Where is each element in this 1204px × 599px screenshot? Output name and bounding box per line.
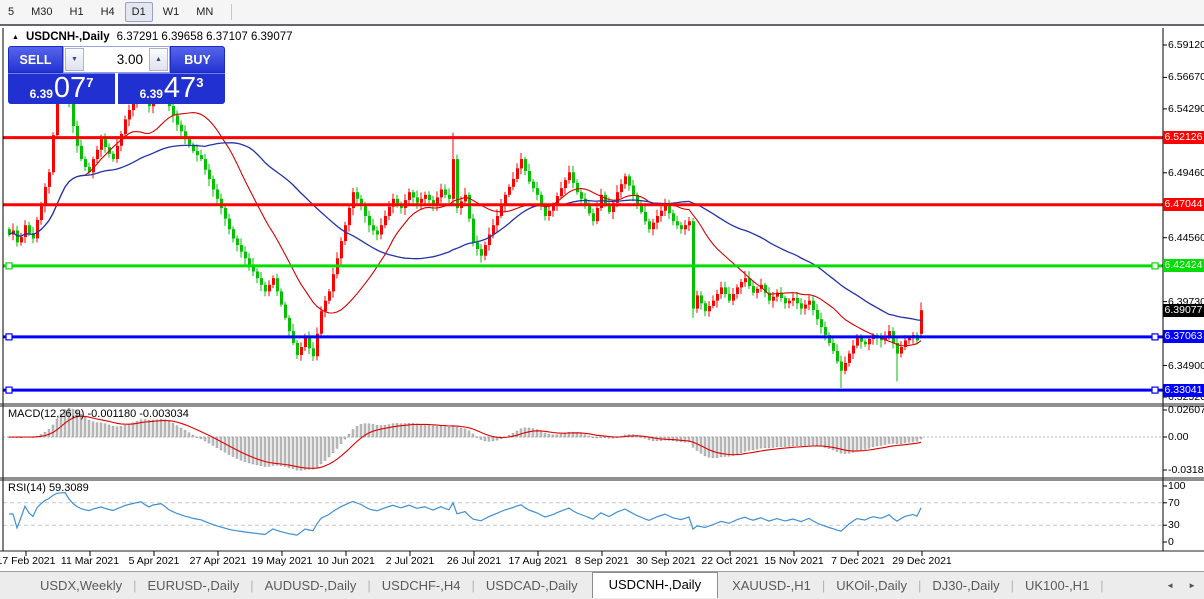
chart-title: ▲ USDCNH-,Daily 6.37291 6.39658 6.37107 …: [12, 31, 293, 43]
date-tick-label: 17 Feb 2021: [0, 555, 56, 567]
price-tick-label: 6.56670: [1168, 71, 1204, 84]
macd-values: -0.001180 -0.003034: [87, 408, 189, 420]
sell-price-display[interactable]: 6.39 07 7: [8, 73, 115, 104]
tab-separator: |: [1100, 578, 1104, 593]
tab-usdchf-h4[interactable]: USDCHF-,H4: [374, 575, 469, 596]
tab-scroll-arrows: ◄ ►: [1166, 581, 1196, 590]
level-price-flag: 6.42424: [1163, 259, 1204, 273]
macd-tick-label: 0.00: [1168, 431, 1189, 443]
date-tick-label: 29 Dec 2021: [892, 555, 952, 567]
timeframe-button-mn[interactable]: MN: [189, 2, 220, 22]
rsi-tick-label: 0: [1168, 536, 1174, 548]
trade-prices-row: 6.39 07 7 6.39 47 3: [8, 73, 225, 104]
rsi-tick-label: 70: [1168, 496, 1180, 509]
chart-tabs: USDX,Weekly | EURUSD-,Daily | AUDUSD-,Daily |…: [32, 571, 1107, 599]
symbol-period-label: USDCNH-,Daily: [25, 31, 110, 43]
timeframe-toolbar: 5 M30 H1 H4 D1 W1 MN: [0, 0, 1204, 26]
tab-separator: |: [367, 578, 371, 593]
macd-indicator-label: MACD(12,26,9) -0.001180 -0.003034: [8, 408, 189, 420]
buy-price-pip: 3: [196, 75, 204, 90]
volume-input[interactable]: 3.00: [85, 47, 148, 72]
chart-tab-bar: USDX,Weekly | EURUSD-,Daily | AUDUSD-,Daily |…: [0, 571, 1204, 599]
tab-uk100-h1[interactable]: UK100-,H1: [1017, 575, 1097, 596]
date-tick-label: 5 Apr 2021: [128, 555, 180, 567]
timeframe-button-5[interactable]: 5: [1, 2, 21, 22]
macd-name: MACD(12,26,9): [8, 408, 85, 420]
triangle-down-icon: ▼: [71, 56, 78, 63]
buy-button[interactable]: BUY: [170, 46, 225, 73]
sell-button[interactable]: SELL: [8, 46, 63, 73]
price-tick-label: 6.49460: [1168, 166, 1204, 179]
date-tick-label: 2 Jul 2021: [385, 555, 435, 567]
volume-increase-button[interactable]: ▲: [149, 48, 168, 71]
timeframe-button-h1[interactable]: H1: [63, 2, 91, 22]
date-tick-label: 27 Apr 2021: [189, 555, 247, 567]
tab-usdx-weekly[interactable]: USDX,Weekly: [32, 575, 130, 596]
level-price-flag: 6.52126: [1163, 131, 1204, 145]
tab-separator: |: [133, 578, 137, 593]
tab-xauusd-h1[interactable]: XAUUSD-,H1: [724, 575, 819, 596]
tab-separator: |: [1010, 578, 1014, 593]
level-price-flag: 6.47044: [1163, 198, 1204, 212]
date-tick-label: 26 Jul 2021: [446, 555, 502, 567]
level-price-flag: 6.33041: [1163, 383, 1204, 397]
volume-decrease-button[interactable]: ▼: [65, 48, 84, 71]
tab-separator: |: [471, 578, 475, 593]
date-tick-label: 8 Sep 2021: [575, 555, 629, 567]
tab-separator: |: [821, 578, 826, 593]
rsi-indicator-label: RSI(14) 59.3089: [8, 482, 89, 494]
buy-price-big: 47: [163, 72, 197, 104]
rsi-value: 59.3089: [48, 482, 89, 494]
tab-scroll-left-icon[interactable]: ◄: [1166, 581, 1174, 590]
date-tick-label: 15 Nov 2021: [764, 555, 824, 567]
date-tick-label: 17 Aug 2021: [508, 555, 568, 567]
current-price-flag: 6.39077: [1163, 303, 1204, 317]
price-tick-label: 6.44560: [1168, 231, 1204, 244]
tab-ukoil-daily[interactable]: UKOil-,Daily: [828, 575, 915, 596]
volume-spinner: ▼ 3.00 ▲: [63, 46, 170, 73]
sell-price-prefix: 6.39: [29, 87, 53, 101]
date-tick-label: 10 Jun 2021: [317, 555, 375, 567]
timeframe-button-d1[interactable]: D1: [124, 2, 153, 22]
tab-separator: |: [918, 578, 922, 593]
buy-price-display[interactable]: 6.39 47 3: [118, 73, 225, 104]
date-tick-label: 30 Sep 2021: [636, 555, 696, 567]
trade-controls-row: SELL ▼ 3.00 ▲ BUY: [8, 46, 225, 73]
buy-price-prefix: 6.39: [139, 87, 163, 101]
ohlc-values: 6.37291 6.39658 6.37107 6.39077: [116, 31, 293, 43]
tab-dj30-daily[interactable]: DJ30-,Daily: [924, 575, 1007, 596]
tab-separator: |: [250, 578, 254, 593]
sell-price-pip: 7: [86, 75, 94, 90]
collapse-icon[interactable]: ▲: [12, 32, 19, 43]
price-tick-label: 6.34900: [1168, 359, 1204, 372]
sell-price-big: 07: [53, 72, 87, 104]
price-tick-label: 6.59120: [1168, 39, 1204, 51]
level-price-flag: 6.37063: [1163, 330, 1204, 344]
rsi-tick-label: 100: [1168, 480, 1186, 492]
tab-usdcnh-daily[interactable]: USDCNH-,Daily: [591, 571, 719, 598]
macd-tick-label: 0.02607: [1168, 403, 1204, 416]
macd-tick-label: -0.03187: [1168, 464, 1204, 477]
tab-audusd-daily[interactable]: AUDUSD-,Daily: [257, 575, 365, 596]
timeframe-button-h4[interactable]: H4: [94, 2, 122, 22]
tab-scroll-right-icon[interactable]: ►: [1188, 581, 1196, 590]
one-click-trading-panel: SELL ▼ 3.00 ▲ BUY 6.39 07 7 6.39 47 3: [8, 46, 225, 104]
date-tick-label: 19 May 2021: [251, 555, 313, 567]
metatrader-window: 5 M30 H1 H4 D1 W1 MN ▲ USDCNH-,Daily 6.37291 6…: [0, 0, 1204, 599]
timeframe-button-w1[interactable]: W1: [156, 2, 187, 22]
triangle-up-icon: ▲: [155, 56, 162, 63]
timeframe-button-m30[interactable]: M30: [24, 2, 59, 22]
date-tick-label: 11 Mar 2021: [60, 555, 120, 567]
rsi-name: RSI(14): [8, 482, 46, 494]
tab-eurusd-daily[interactable]: EURUSD-,Daily: [140, 575, 248, 596]
tab-usdcad-daily[interactable]: USDCAD-,Daily: [478, 575, 586, 596]
rsi-tick-label: 30: [1168, 519, 1180, 532]
date-tick-label: 7 Dec 2021: [831, 555, 885, 567]
date-tick-label: 22 Oct 2021: [701, 555, 759, 567]
toolbar-separator: [231, 4, 233, 20]
price-tick-label: 6.54290: [1168, 102, 1204, 115]
